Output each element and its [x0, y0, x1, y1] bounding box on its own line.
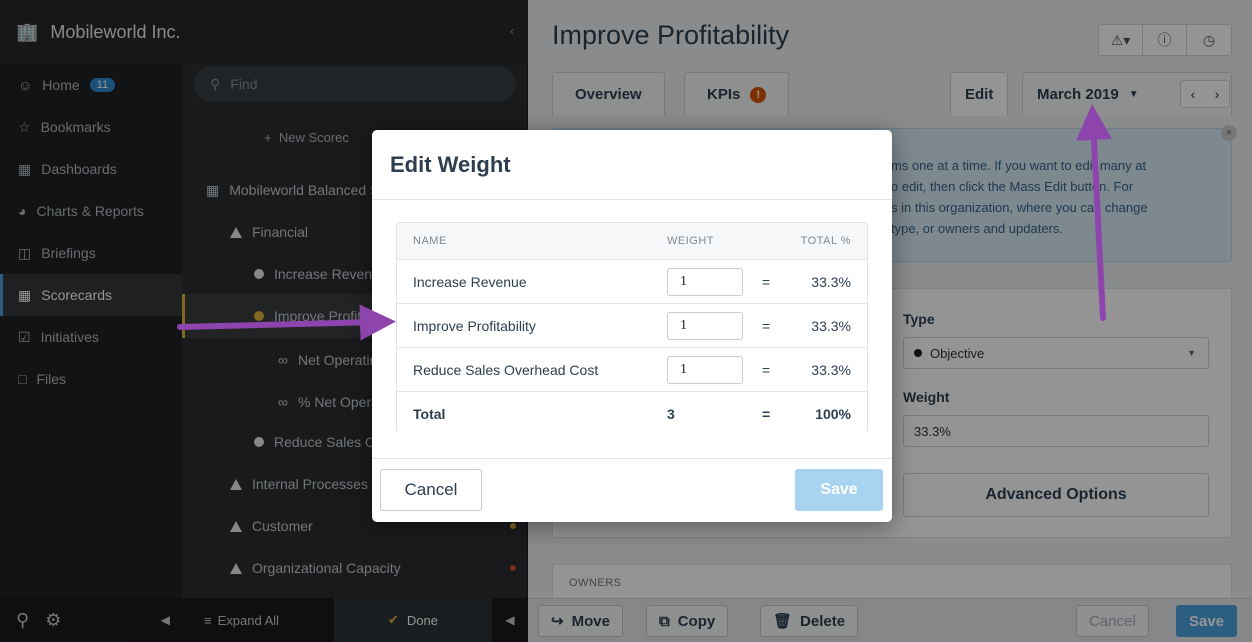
table-row: Improve Profitability = 33.3%	[397, 303, 867, 347]
table-row: Increase Revenue = 33.3%	[397, 259, 867, 303]
weight-input[interactable]	[667, 355, 743, 384]
total-weight: 3	[667, 405, 675, 422]
modal-footer: Cancel Save	[372, 458, 892, 522]
col-name: NAME	[413, 235, 447, 247]
table-header: NAME WEIGHT TOTAL %	[397, 223, 867, 259]
modal-title: Edit Weight	[372, 130, 892, 200]
weight-table: NAME WEIGHT TOTAL % Increase Revenue = 3…	[396, 222, 868, 435]
save-button[interactable]: Save	[795, 469, 883, 511]
cancel-button[interactable]: Cancel	[380, 469, 482, 511]
total-percent: 100%	[815, 405, 851, 422]
col-weight: WEIGHT	[667, 235, 714, 247]
col-total: TOTAL %	[800, 235, 851, 247]
total-row: Total 3 = 100%	[397, 391, 867, 435]
weight-input[interactable]	[667, 311, 743, 340]
edit-weight-modal: Edit Weight NAME WEIGHT TOTAL % Increase…	[372, 130, 892, 522]
weight-input[interactable]	[667, 267, 743, 296]
table-row: Reduce Sales Overhead Cost = 33.3%	[397, 347, 867, 391]
